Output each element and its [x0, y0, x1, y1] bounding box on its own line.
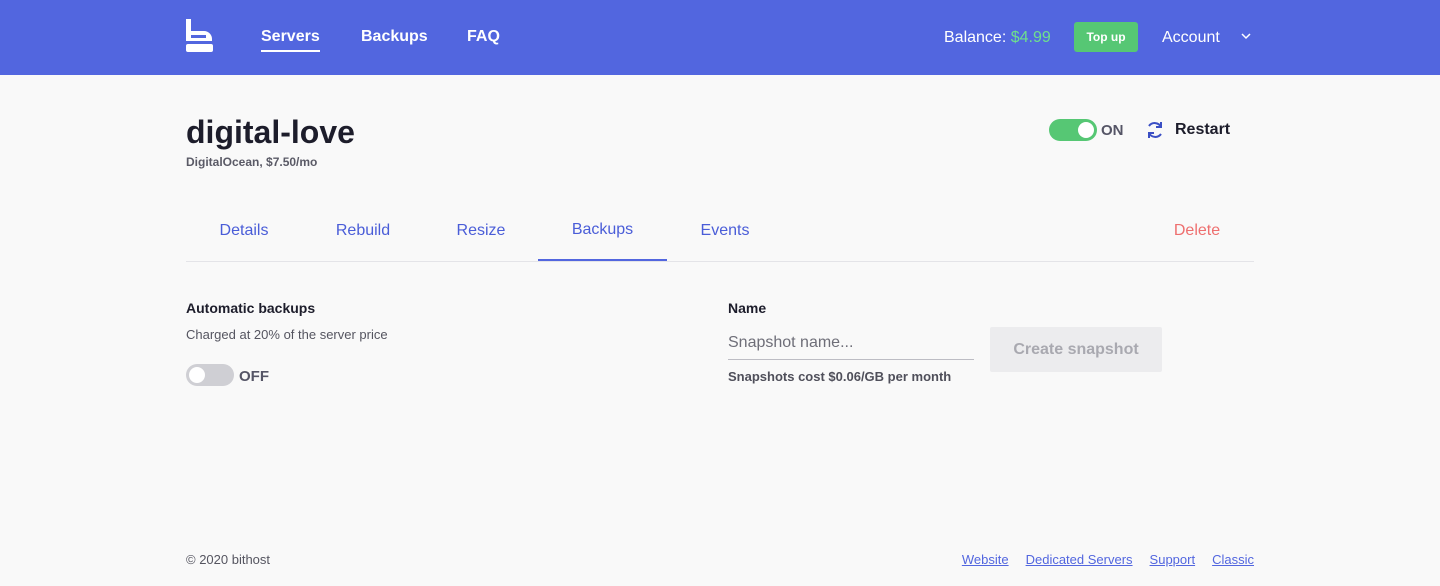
account-menu[interactable]: Account — [1162, 28, 1220, 48]
balance-amount: $4.99 — [1010, 29, 1051, 46]
snapshot-name-label: Name — [728, 300, 767, 316]
tab-delete[interactable]: Delete — [1154, 200, 1240, 261]
snapshot-name-input[interactable] — [728, 326, 974, 360]
server-plan: DigitalOcean, $7.50/mo — [186, 155, 318, 169]
footer-link-support[interactable]: Support — [1150, 552, 1196, 567]
toggle-knob — [1078, 122, 1094, 138]
restart-label: Restart — [1175, 121, 1231, 138]
balance-display: Balance: $4.99 — [944, 28, 1051, 48]
power-state-label: ON — [1101, 122, 1124, 139]
create-snapshot-button[interactable]: Create snapshot — [990, 327, 1162, 372]
footer-links: Website Dedicated Servers Support Classi… — [962, 552, 1254, 567]
snapshot-cost-note: Snapshots cost $0.06/GB per month — [728, 369, 952, 384]
tab-resize[interactable]: Resize — [424, 200, 538, 261]
tab-events[interactable]: Events — [667, 200, 783, 261]
balance-label: Balance: — [944, 29, 1007, 46]
copyright: © 2020 bithost — [186, 552, 271, 567]
backups-state-label: OFF — [239, 368, 269, 385]
footer-link-website[interactable]: Website — [962, 552, 1009, 567]
server-name: digital-love — [186, 114, 355, 150]
power-toggle[interactable] — [1049, 119, 1097, 141]
restart-button[interactable]: Restart — [1145, 120, 1230, 140]
bithost-logo[interactable] — [186, 19, 213, 52]
toggle-knob — [189, 367, 205, 383]
backups-toggle[interactable] — [186, 364, 234, 386]
automatic-backups-description: Charged at 20% of the server price — [186, 327, 388, 342]
refresh-icon — [1148, 122, 1162, 138]
server-tabs: Details Rebuild Resize Backups Events De… — [186, 200, 1254, 262]
chevron-down-icon[interactable] — [1240, 31, 1252, 41]
nav-faq[interactable]: FAQ — [467, 27, 500, 47]
tab-rebuild[interactable]: Rebuild — [302, 200, 424, 261]
top-navbar: Servers Backups FAQ Balance: $4.99 Top u… — [0, 0, 1440, 75]
nav-backups[interactable]: Backups — [361, 27, 428, 47]
footer-link-dedicated-servers[interactable]: Dedicated Servers — [1026, 552, 1133, 567]
top-up-button[interactable]: Top up — [1074, 22, 1138, 52]
nav-servers[interactable]: Servers — [261, 27, 320, 52]
tab-backups[interactable]: Backups — [538, 200, 667, 261]
footer-link-classic[interactable]: Classic — [1212, 552, 1254, 567]
tab-details[interactable]: Details — [186, 200, 302, 261]
automatic-backups-title: Automatic backups — [186, 300, 316, 316]
